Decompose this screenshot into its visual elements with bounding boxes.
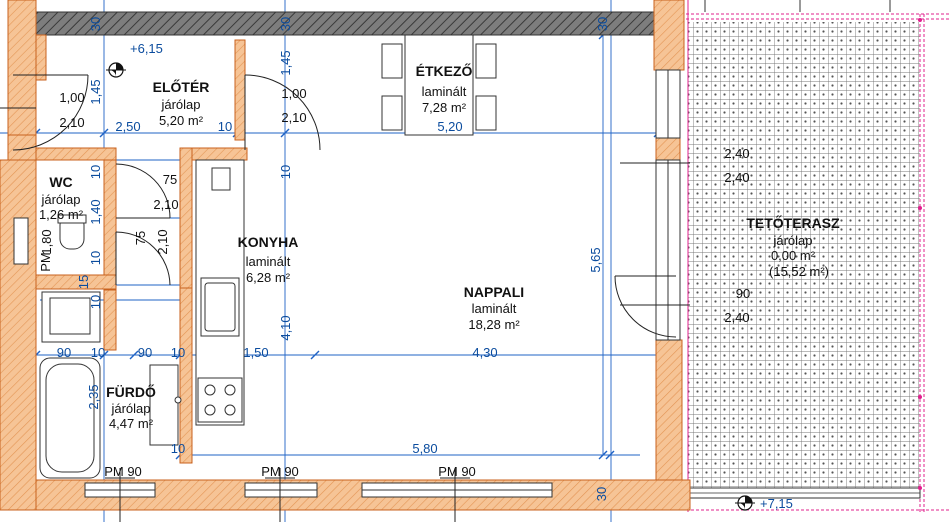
room-teterasz-material: járólap (772, 233, 812, 248)
floor-plan: +6,15 +7,15 ELŐTÉR járólap 5,20 m² ÉTKEZ… (0, 0, 951, 522)
dim-v-10-b: 10 (88, 251, 103, 265)
dim-v-1-45-a: 1,45 (88, 79, 103, 104)
opening-terrace-door-bottom: 2,40 (724, 310, 749, 325)
dim-h-10-b: 10 (91, 345, 105, 360)
wall-bath-divider (103, 289, 117, 351)
room-furdo-name: FÜRDŐ (106, 383, 156, 400)
wall-east-low (655, 339, 683, 491)
dim-h-90-b: 90 (138, 345, 152, 360)
dim-h-2-50: 2,50 (115, 119, 140, 134)
wall-north-left-pier (7, 0, 37, 136)
dim-v-2-35: 2,35 (86, 384, 101, 409)
dim-v-30-a: 30 (88, 17, 103, 31)
room-furdo-area: 4,47 m² (109, 416, 154, 431)
dim-h-10-c: 10 (171, 345, 185, 360)
dim-v-10-a: 10 (88, 165, 103, 179)
room-etkezo-name: ÉTKEZŐ (416, 62, 473, 79)
wall-bath-right (179, 287, 193, 464)
dim-h-10-d: 10 (171, 441, 185, 456)
opening-kitchen-top: 1,00 (281, 86, 306, 101)
dim-h-10-a: 10 (218, 119, 232, 134)
room-teterasz-area: 0,00 m² (771, 248, 816, 263)
dim-v-30-d: 30 (594, 487, 609, 501)
wall-east-mid (655, 137, 681, 161)
level-terrace-label: +7,15 (760, 496, 793, 511)
dim-h-90-a: 90 (57, 345, 71, 360)
wall-corridor (35, 147, 117, 161)
dim-v-30-b: 30 (278, 17, 293, 31)
opening-bath-bottom: 2,10 (155, 229, 170, 254)
room-konyha-material: laminált (246, 254, 291, 269)
dim-v-15: 15 (76, 275, 91, 289)
wall-north (35, 11, 655, 36)
dim-h-5-20: 5,20 (437, 119, 462, 134)
level-indoor-label: +6,15 (130, 41, 163, 56)
room-wc-area: 1,26 m² (39, 207, 84, 222)
room-nappali-area: 18,28 m² (468, 317, 520, 332)
east-openings (655, 69, 681, 341)
opening-wc-top: 75 (163, 172, 177, 187)
wall-east-top (653, 0, 685, 71)
room-etkezo-material: laminált (422, 84, 467, 99)
pm-label-wc: PM (38, 252, 53, 272)
dim-h-5-80: 5,80 (412, 441, 437, 456)
dim-v-4-10: 4,10 (278, 315, 293, 340)
room-wc-name: WC (49, 174, 72, 190)
room-furdo-material: járólap (110, 401, 150, 416)
room-eloter-area: 5,20 m² (159, 113, 204, 128)
room-eloter-material: járólap (160, 97, 200, 112)
opening-terrace-window-top: 2,40 (724, 146, 749, 161)
wall-west-lower (0, 159, 37, 511)
room-nappali-name: NAPPALI (464, 284, 524, 300)
opening-entry-bottom: 2,10 (59, 115, 84, 130)
wall-wc-right (103, 159, 117, 289)
dim-v-5-65: 5,65 (588, 247, 603, 272)
kitchen-counter (195, 159, 245, 426)
room-konyha-area: 6,28 m² (246, 270, 291, 285)
level-marker-indoor (106, 62, 126, 78)
opening-wc-bottom: 2,10 (153, 197, 178, 212)
wall-foyer-left-pier (35, 34, 47, 81)
dim-h-4-30: 4,30 (472, 345, 497, 360)
room-teterasz-area-extra: (15,52 m²) (769, 264, 829, 279)
walls (0, 0, 691, 511)
room-eloter-name: ELŐTÉR (153, 78, 210, 95)
dim-v-10-d: 10 (278, 165, 293, 179)
wall-kitchen-left (179, 147, 193, 289)
pm-label-1: PM 90 (104, 464, 142, 479)
wall-kitchen-right (234, 39, 246, 141)
room-nappali-material: laminált (472, 301, 517, 316)
opening-terrace-window-bottom: 2,40 (724, 170, 749, 185)
pm-label-3: PM 90 (438, 464, 476, 479)
terrace-area (686, 0, 951, 512)
opening-kitchen-bottom: 2,10 (281, 110, 306, 125)
dim-v-10-c: 10 (88, 295, 103, 309)
dim-v-1-40: 1,40 (88, 199, 103, 224)
dim-v-1-80: 1,80 (39, 229, 54, 254)
room-etkezo-area: 7,28 m² (422, 100, 467, 115)
opening-terrace-door-top: 90 (736, 286, 750, 301)
room-konyha-name: KONYHA (238, 234, 299, 250)
pm-label-2: PM 90 (261, 464, 299, 479)
opening-bath-top: 75 (133, 231, 148, 245)
opening-entry-top: 1,00 (59, 90, 84, 105)
dim-v-1-45-b: 1,45 (278, 50, 293, 75)
room-teterasz-name: TETŐTERASZ (746, 214, 840, 231)
room-wc-material: járólap (40, 192, 80, 207)
dim-v-30-c: 30 (595, 17, 610, 31)
dim-h-1-50: 1,50 (243, 345, 268, 360)
wall-kitchen-top (191, 147, 248, 161)
